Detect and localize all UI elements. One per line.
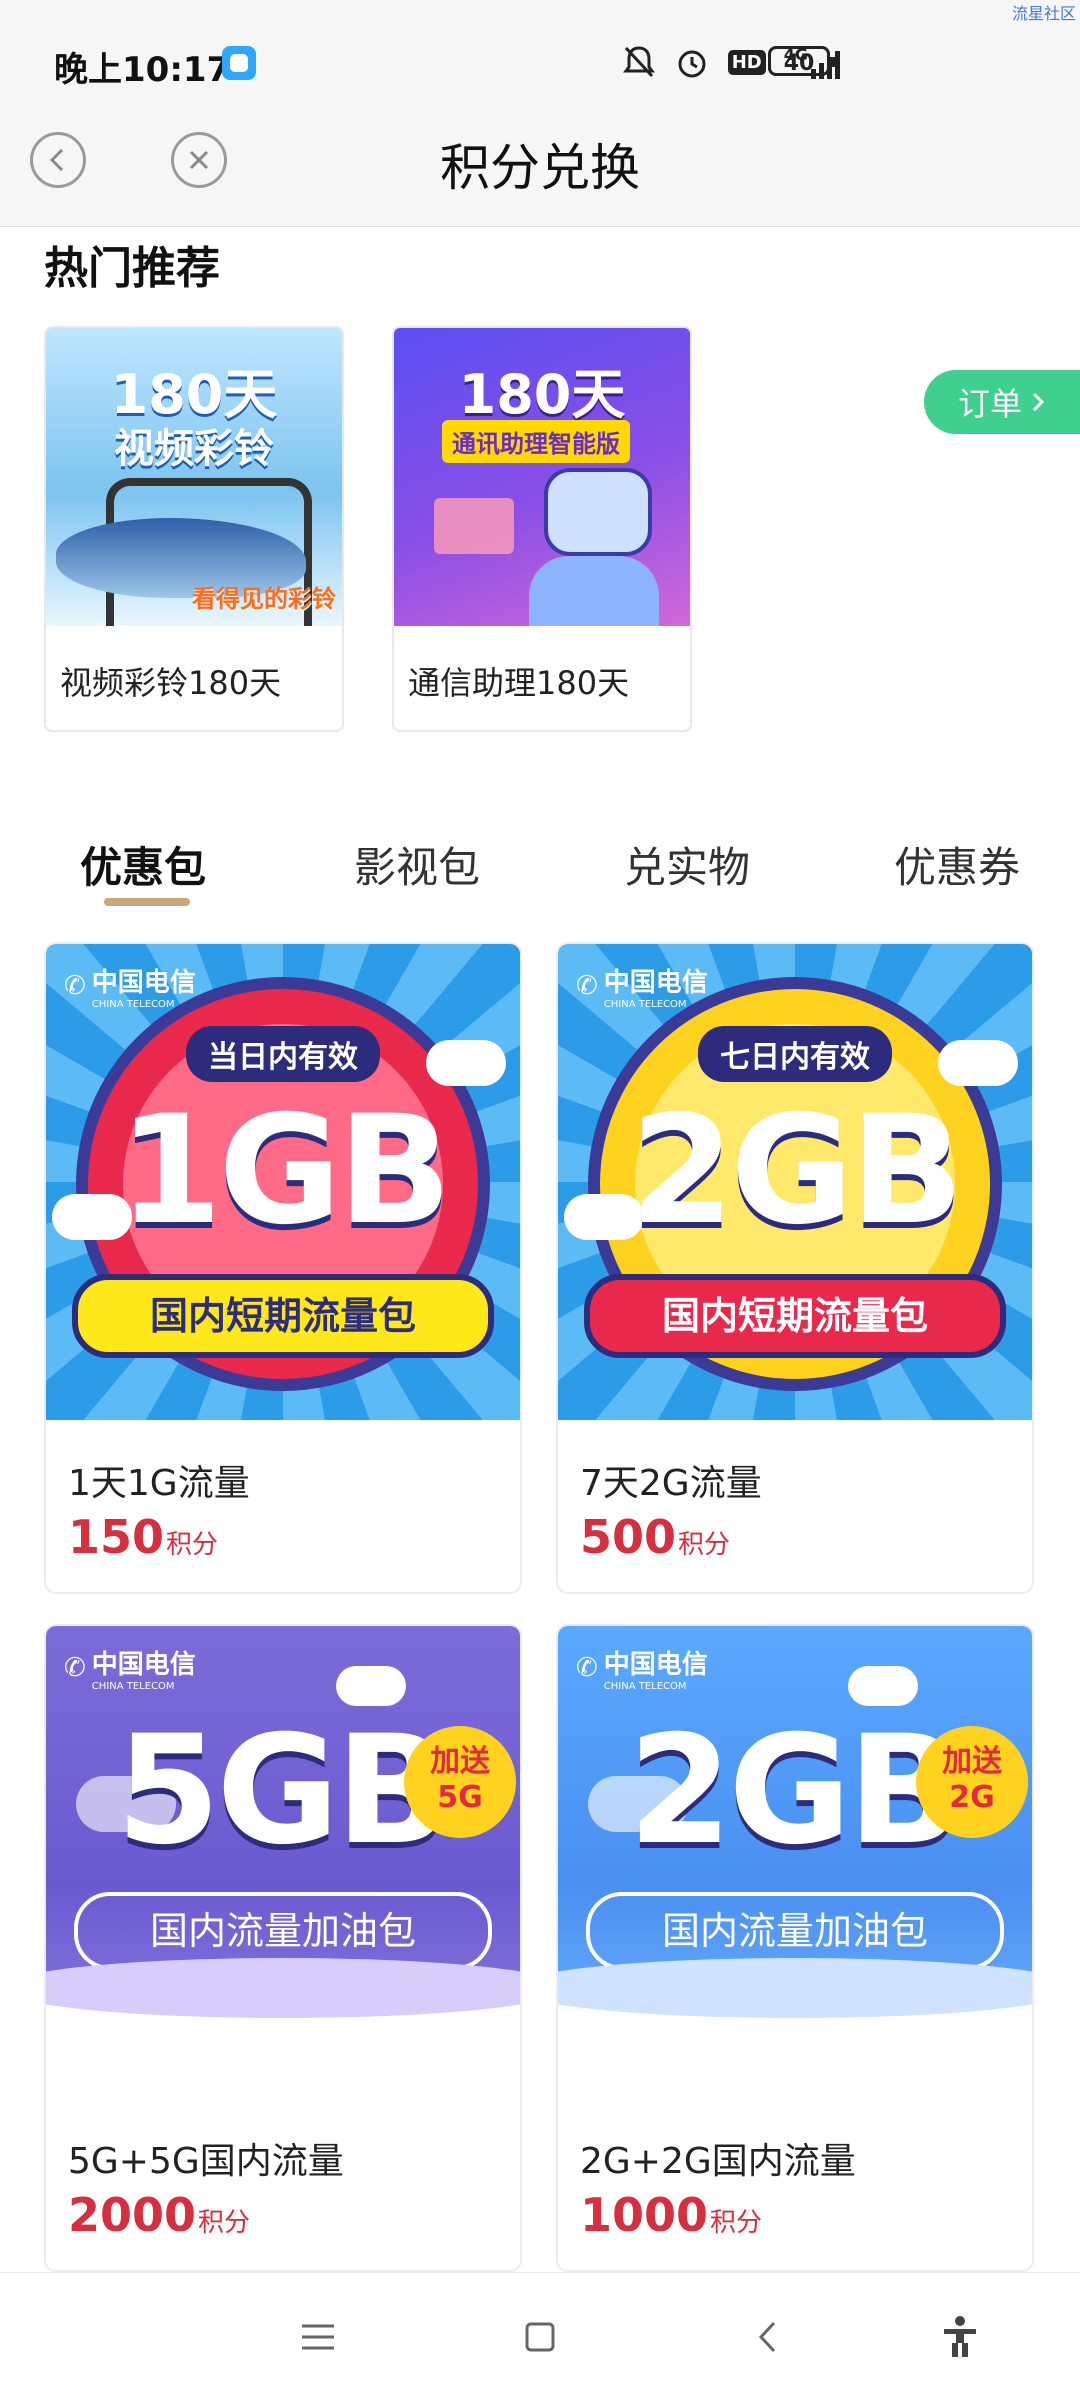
robot-head-shape bbox=[544, 468, 652, 556]
status-time: 晚上10:17 bbox=[54, 50, 231, 90]
tab-coupons[interactable]: 优惠券 bbox=[894, 834, 1020, 895]
accessibility-icon bbox=[944, 2316, 976, 2357]
brand-logo: ✆ 中国电信 CHINA TELECOM bbox=[576, 1650, 708, 1692]
cloud-shape bbox=[938, 1040, 1018, 1086]
menu-button[interactable] bbox=[294, 2313, 342, 2361]
robot-body-shape bbox=[529, 556, 659, 626]
home-button[interactable] bbox=[516, 2313, 564, 2361]
alarm-icon bbox=[678, 50, 706, 78]
hot-item-video-ringtone[interactable]: 180天 视频彩铃 看得见的彩铃 视频彩铃180天 bbox=[44, 326, 344, 732]
watermark: 流星社区 bbox=[1011, 4, 1076, 23]
brand-logo: ✆ 中国电信 CHINA TELECOM bbox=[576, 968, 708, 1010]
brand-logo: ✆ 中国电信 CHINA TELECOM bbox=[64, 968, 196, 1010]
product-price: 2000积分 bbox=[68, 2188, 251, 2242]
app-notification-icon bbox=[222, 46, 256, 80]
assistant-image: 180天 通讯助理智能版 bbox=[394, 328, 690, 626]
cloud-shape bbox=[336, 1666, 406, 1706]
product-banner: ✆ 中国电信 CHINA TELECOM 5GB 加送 5G 国内流量加油包 bbox=[46, 1626, 520, 2056]
validity-tag: 七日内有效 bbox=[698, 1026, 892, 1082]
home-square-icon bbox=[525, 2322, 555, 2352]
orders-button[interactable]: 订单 bbox=[924, 370, 1080, 434]
orders-label: 订单 bbox=[957, 385, 1022, 423]
brand-logo: ✆ 中国电信 CHINA TELECOM bbox=[64, 1650, 196, 1692]
product-name: 2G+2G国内流量 bbox=[580, 2141, 856, 2182]
pack-ribbon: 国内短期流量包 bbox=[72, 1274, 494, 1358]
active-tab-indicator bbox=[104, 898, 190, 906]
hot-item-name: 通信助理180天 bbox=[408, 664, 630, 702]
product-banner: ✆ 中国电信 CHINA TELECOM 七日内有效 2GB 国内短期流量包 bbox=[558, 944, 1032, 1420]
tab-video-pack[interactable]: 影视包 bbox=[354, 834, 480, 895]
accessibility-button[interactable] bbox=[936, 2313, 984, 2361]
pack-ribbon: 国内短期流量包 bbox=[584, 1274, 1006, 1358]
battery-icon: 40 bbox=[768, 46, 836, 76]
data-amount: 5GB bbox=[116, 1704, 450, 1878]
image-tag: 通讯助理智能版 bbox=[442, 420, 630, 463]
product-name: 1天1G流量 bbox=[68, 1463, 250, 1504]
product-card[interactable]: ✆ 中国电信 CHINA TELECOM 5GB 加送 5G 国内流量加油包 5G+5… bbox=[44, 1624, 522, 2272]
bonus-badge: 加送 2G bbox=[916, 1726, 1028, 1838]
system-navigation-bar bbox=[0, 2272, 1080, 2401]
product-price: 500积分 bbox=[580, 1510, 731, 1564]
back-arrow-icon bbox=[758, 2321, 776, 2353]
screen-card-shape bbox=[434, 498, 514, 554]
product-name: 5G+5G国内流量 bbox=[68, 2141, 344, 2182]
image-subheadline: 视频彩铃 bbox=[114, 426, 274, 472]
data-amount: 2GB bbox=[630, 1084, 964, 1258]
chevron-right-icon bbox=[1032, 392, 1045, 412]
product-card[interactable]: ✆ 中国电信 CHINA TELECOM 当日内有效 1GB 国内短期流量包 1天1… bbox=[44, 942, 522, 1594]
page-title: 积分兑换 bbox=[440, 139, 640, 197]
data-amount: 2GB bbox=[628, 1704, 962, 1878]
menu-icon bbox=[302, 2324, 334, 2350]
wave-shape bbox=[46, 1958, 520, 2056]
image-headline: 180天 bbox=[458, 363, 626, 426]
image-slogan: 看得见的彩铃 bbox=[192, 585, 336, 613]
data-amount: 1GB bbox=[118, 1084, 452, 1258]
tab-discount-pack[interactable]: 优惠包 bbox=[80, 834, 206, 895]
wave-shape bbox=[558, 1958, 1032, 2056]
cloud-shape bbox=[848, 1666, 918, 1706]
product-card[interactable]: ✆ 中国电信 CHINA TELECOM 七日内有效 2GB 国内短期流量包 7天2… bbox=[556, 942, 1034, 1594]
video-ringtone-image: 180天 视频彩铃 看得见的彩铃 bbox=[46, 328, 342, 626]
hot-item-name: 视频彩铃180天 bbox=[60, 664, 282, 702]
mute-bell-icon bbox=[622, 46, 655, 78]
product-banner: ✆ 中国电信 CHINA TELECOM 2GB 加送 2G 国内流量加油包 bbox=[558, 1626, 1032, 2056]
product-name: 7天2G流量 bbox=[580, 1463, 762, 1504]
cloud-shape bbox=[426, 1040, 506, 1086]
hd-icon: HD bbox=[727, 49, 766, 75]
tab-physical-goods[interactable]: 兑实物 bbox=[624, 834, 750, 895]
section-title-hot: 热门推荐 bbox=[44, 243, 220, 294]
top-bar: 流星社区 晚上10:17 HD 4G 40 积分兑换 bbox=[0, 0, 1080, 227]
product-price: 1000积分 bbox=[580, 2188, 763, 2242]
product-card[interactable]: ✆ 中国电信 CHINA TELECOM 2GB 加送 2G 国内流量加油包 2G+2… bbox=[556, 1624, 1034, 2272]
bonus-badge: 加送 5G bbox=[404, 1726, 516, 1838]
validity-tag: 当日内有效 bbox=[186, 1026, 380, 1082]
product-banner: ✆ 中国电信 CHINA TELECOM 当日内有效 1GB 国内短期流量包 bbox=[46, 944, 520, 1420]
product-price: 150积分 bbox=[68, 1510, 219, 1564]
system-back-button[interactable] bbox=[744, 2313, 792, 2361]
hot-item-assistant[interactable]: 180天 通讯助理智能版 通信助理180天 bbox=[392, 326, 692, 732]
